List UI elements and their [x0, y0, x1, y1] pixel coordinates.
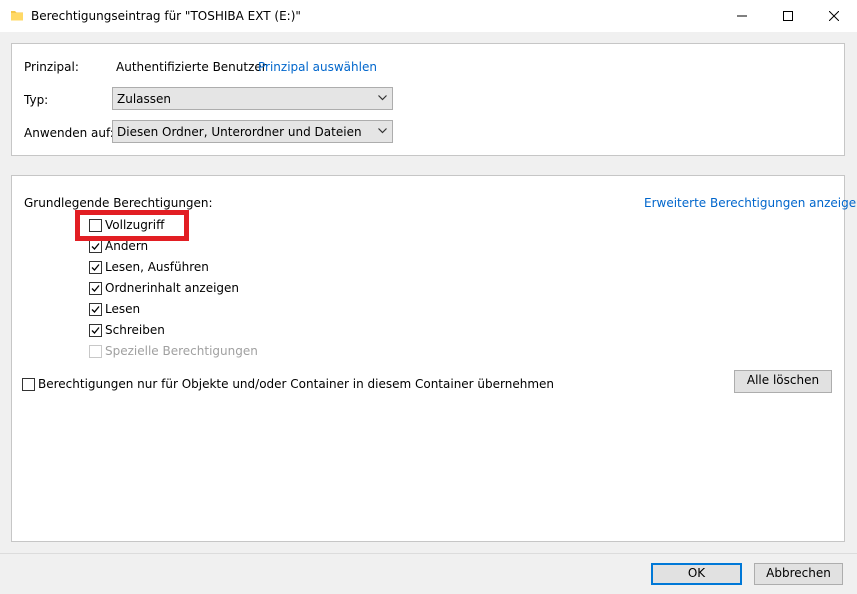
apply-to-selected: Diesen Ordner, Unterordner und Dateien	[117, 125, 362, 139]
checkbox[interactable]	[89, 303, 102, 316]
principal-label: Prinzipal:	[24, 60, 79, 74]
title-bar: Berechtigungseintrag für "TOSHIBA EXT (E…	[0, 0, 857, 32]
checkmark-icon	[91, 243, 100, 250]
type-label: Typ:	[24, 93, 49, 107]
checkbox[interactable]	[89, 324, 102, 337]
folder-icon	[10, 8, 24, 25]
maximize-icon	[783, 10, 793, 21]
cancel-button[interactable]: Abbrechen	[754, 563, 843, 585]
highlight-box	[75, 210, 189, 241]
apply-to-label: Anwenden auf:	[24, 126, 114, 140]
chevron-down-icon	[378, 128, 387, 134]
apply-to-dropdown[interactable]: Diesen Ordner, Unterordner und Dateien	[112, 120, 393, 143]
minimize-button[interactable]	[719, 0, 765, 31]
checkbox[interactable]	[22, 378, 35, 391]
checkbox[interactable]	[89, 240, 102, 253]
window-title: Berechtigungseintrag für "TOSHIBA EXT (E…	[31, 9, 301, 23]
type-dropdown[interactable]: Zulassen	[112, 87, 393, 110]
permission-label: Lesen, Ausführen	[105, 260, 209, 274]
permissions-heading: Grundlegende Berechtigungen:	[24, 196, 213, 210]
checkbox[interactable]	[89, 261, 102, 274]
permission-label: Lesen	[105, 302, 141, 316]
clear-all-label: Alle löschen	[746, 373, 820, 387]
ok-label: OK	[687, 566, 706, 580]
chevron-down-icon	[378, 95, 387, 101]
checkmark-icon	[91, 264, 100, 271]
permission-label: Ordnerinhalt anzeigen	[105, 281, 240, 295]
cancel-label: Abbrechen	[766, 566, 831, 580]
principal-value: Authentifizierte Benutzer	[116, 60, 267, 74]
maximize-button[interactable]	[765, 0, 811, 31]
ok-button[interactable]: OK	[651, 563, 742, 585]
type-selected: Zulassen	[117, 92, 172, 106]
permission-label: Schreiben	[105, 323, 165, 337]
permission-label: Spezielle Berechtigungen	[105, 344, 258, 358]
close-icon	[829, 10, 839, 21]
clear-all-button[interactable]: Alle löschen	[734, 370, 832, 393]
minimize-icon	[737, 15, 747, 16]
checkbox[interactable]	[89, 282, 102, 295]
select-principal-link[interactable]: Prinzipal auswählen	[258, 60, 377, 74]
close-button[interactable]	[811, 0, 857, 31]
advanced-permissions-link[interactable]: Erweiterte Berechtigungen anzeigen	[644, 196, 857, 210]
checkmark-icon	[91, 306, 100, 313]
checkmark-icon	[91, 327, 100, 334]
permission-label: Ändern	[105, 239, 149, 253]
checkmark-icon	[91, 285, 100, 292]
checkbox	[89, 345, 102, 358]
inherit-only-label: Berechtigungen nur für Objekte und/oder …	[38, 377, 555, 391]
